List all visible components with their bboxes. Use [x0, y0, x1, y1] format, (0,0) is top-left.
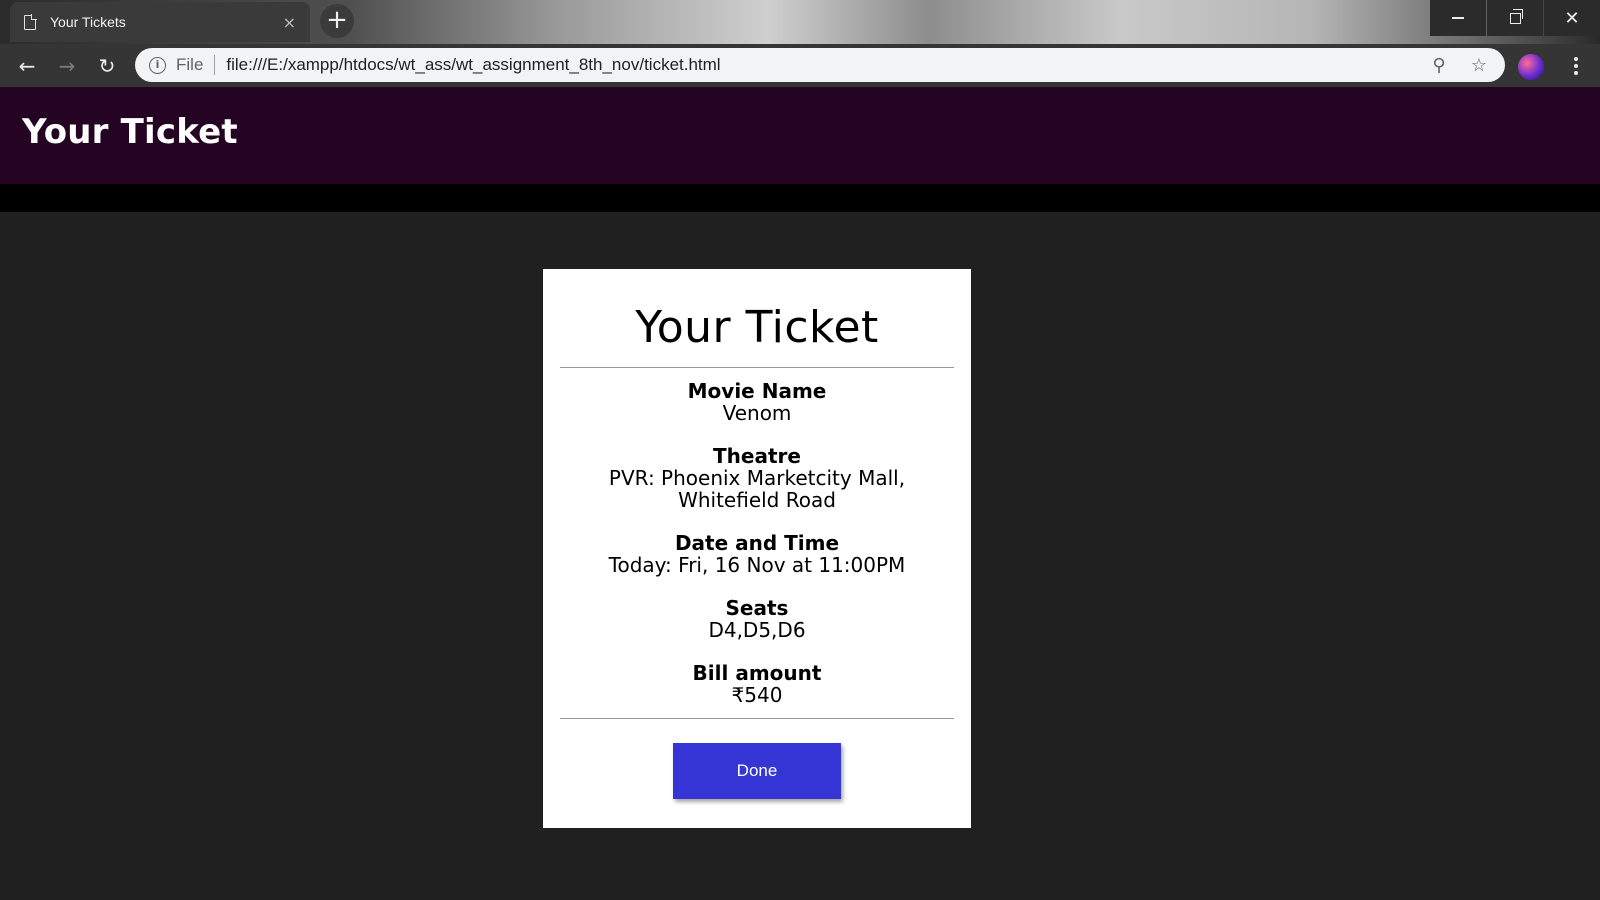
divider [560, 718, 954, 719]
field-label: Bill amount [692, 661, 822, 685]
field-value: ₹540 [731, 683, 783, 707]
page-header: Your Ticket [0, 87, 1600, 184]
reload-icon: ↻ [98, 54, 116, 78]
field-label: Date and Time [674, 531, 840, 555]
page-title: Your Ticket [22, 112, 238, 152]
field-value: D4,D5,D6 [708, 618, 806, 642]
ticket-field-bill: Bill amount ₹540 [543, 662, 971, 706]
field-value: Venom [722, 401, 792, 425]
field-label: Movie Name [687, 379, 827, 403]
minimize-button[interactable] [1430, 0, 1486, 36]
ticket-card: Your Ticket Movie Name Venom Theatre PVR… [543, 269, 971, 828]
close-tab-icon[interactable]: × [283, 13, 296, 32]
info-icon[interactable]: i [149, 56, 166, 74]
forward-button[interactable]: → [53, 52, 81, 80]
arrow-right-icon: → [58, 54, 76, 78]
minimize-icon [1452, 17, 1464, 19]
close-icon: ✕ [1564, 7, 1580, 29]
field-value: PVR: Phoenix Marketcity Mall, Whitefield… [608, 466, 906, 512]
tab-title: Your Tickets [50, 14, 126, 30]
restore-icon [1509, 8, 1523, 24]
url-scheme-label: File [176, 55, 204, 74]
bookmark-star-icon[interactable]: ☆ [1465, 55, 1493, 76]
back-button[interactable]: ← [13, 52, 41, 80]
browser-tabstrip: Your Tickets × + ✕ [0, 0, 1600, 44]
close-window-button[interactable]: ✕ [1544, 0, 1600, 36]
ticket-field-seats: Seats D4,D5,D6 [543, 597, 971, 641]
restore-button[interactable] [1487, 0, 1543, 36]
header-divider-band [0, 184, 1600, 212]
done-button[interactable]: Done [673, 743, 841, 799]
browser-tab[interactable]: Your Tickets × [10, 2, 310, 42]
ticket-title: Your Ticket [635, 302, 879, 353]
address-bar[interactable]: i File file:///E:/xampp/htdocs/wt_ass/wt… [135, 48, 1505, 82]
browser-menu-icon[interactable] [1566, 52, 1586, 80]
url-text[interactable]: file:///E:/xampp/htdocs/wt_ass/wt_assign… [226, 55, 1425, 75]
ticket-field-theatre: Theatre PVR: Phoenix Marketcity Mall, Wh… [543, 445, 971, 511]
browser-toolbar: ← → ↻ i File file:///E:/xampp/htdocs/wt_… [0, 44, 1600, 87]
ticket-field-movie: Movie Name Venom [543, 380, 971, 424]
reload-button[interactable]: ↻ [93, 52, 121, 80]
zoom-icon[interactable]: ⚲ [1425, 55, 1453, 76]
field-value: Today: Fri, 16 Nov at 11:00PM [608, 553, 906, 577]
divider [214, 55, 216, 75]
divider [560, 367, 954, 368]
profile-avatar[interactable] [1518, 54, 1544, 80]
page-icon [24, 13, 37, 30]
field-label: Seats [725, 596, 789, 620]
new-tab-button[interactable]: + [320, 4, 354, 38]
arrow-left-icon: ← [18, 54, 36, 78]
field-label: Theatre [713, 444, 801, 468]
ticket-field-datetime: Date and Time Today: Fri, 16 Nov at 11:0… [543, 532, 971, 576]
